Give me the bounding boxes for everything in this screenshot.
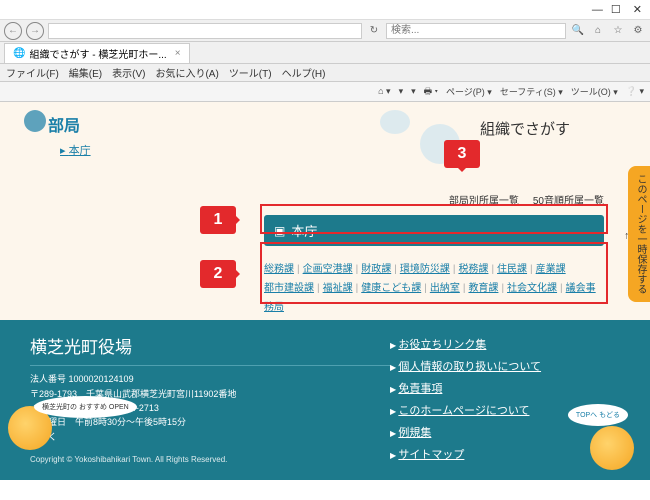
mascot-icon: [590, 426, 634, 470]
menu-favorites[interactable]: お気に入り(A): [155, 65, 218, 80]
menu-bar: ファイル(F) 編集(E) 表示(V) お気に入り(A) ツール(T) ヘルプ(…: [0, 64, 650, 82]
tab-bar: 🌐 組織でさがす - 横芝光町ホー... ×: [0, 42, 650, 64]
footer-links: お役立ちリンク集個人情報の取り扱いについて免責事項このホームページについて例規集…: [390, 334, 620, 466]
browser-tab[interactable]: 🌐 組織でさがす - 横芝光町ホー... ×: [4, 43, 190, 63]
tab-title: 組織でさがす - 横芝光町ホー...: [29, 46, 166, 61]
page-title: 組織でさがす: [480, 118, 570, 139]
cmd-home[interactable]: ⌂ ▾: [378, 86, 390, 97]
callout-1: 1: [200, 206, 236, 234]
footer-org-name: 横芝光町役場: [30, 334, 390, 366]
maximize-button[interactable]: ☐: [611, 3, 621, 16]
favorites-icon[interactable]: ☆: [610, 23, 626, 39]
footer-note: を除く: [30, 430, 390, 444]
footer-link[interactable]: このホームページについて: [398, 405, 529, 417]
footer-link[interactable]: 免責事項: [398, 383, 442, 395]
footer-link[interactable]: 例規集: [398, 427, 431, 439]
back-to-top-button[interactable]: TOPへ もどる: [568, 404, 628, 426]
cmd-mail[interactable]: ▾: [411, 86, 416, 97]
sidebar-link-honcho[interactable]: 本庁: [60, 142, 91, 158]
menu-view[interactable]: 表示(V): [112, 65, 145, 80]
arrow-left-icon: ←: [622, 178, 633, 294]
decorative-bubble: [24, 110, 46, 132]
footer-link[interactable]: サイトマップ: [398, 449, 464, 461]
cmd-safety[interactable]: セーフティ(S) ▾: [500, 85, 563, 98]
footer-copyright: Copyright © Yokoshibahikari Town. All Ri…: [30, 454, 390, 467]
url-input[interactable]: [48, 23, 362, 39]
menu-help[interactable]: ヘルプ(H): [282, 65, 326, 80]
annotation-box-2: [260, 242, 608, 304]
close-button[interactable]: ✕: [629, 3, 646, 16]
mascot-speech-recommend[interactable]: 横芝光町の おすすめ OPEN: [34, 396, 137, 418]
footer-corp-number: 法人番号 1000020124109: [30, 372, 390, 386]
menu-tools[interactable]: ツール(T): [229, 65, 272, 80]
cmd-page[interactable]: ページ(P) ▾: [446, 85, 492, 98]
footer-link[interactable]: お役立ちリンク集: [398, 339, 486, 351]
cmd-print[interactable]: 🖶 ▾: [424, 84, 438, 100]
cmd-help[interactable]: ❔ ▾: [626, 86, 644, 97]
minimize-button[interactable]: —: [592, 4, 603, 16]
sidebar: 部局 本庁: [48, 112, 91, 158]
gear-icon[interactable]: ⚙: [630, 23, 646, 39]
tab-close-icon[interactable]: ×: [175, 48, 181, 59]
footer-link[interactable]: 個人情報の取り扱いについて: [398, 361, 541, 373]
save-page-tab[interactable]: このページを一時保存する ←: [628, 166, 650, 302]
decorative-bubble: [380, 110, 410, 134]
menu-edit[interactable]: 編集(E): [69, 65, 102, 80]
home-icon[interactable]: ⌂: [590, 23, 606, 39]
annotation-box-1: [260, 204, 608, 234]
tab-favicon-icon: 🌐: [13, 48, 25, 59]
command-bar: ⌂ ▾ ▾ ▾ 🖶 ▾ ページ(P) ▾ セーフティ(S) ▾ ツール(O) ▾…: [0, 82, 650, 102]
search-go-button[interactable]: 🔍: [570, 23, 586, 39]
cmd-tools[interactable]: ツール(O) ▾: [571, 85, 618, 98]
callout-3: 3: [444, 140, 480, 168]
search-input[interactable]: [386, 23, 566, 39]
sidebar-title: 部局: [48, 112, 91, 136]
footer: 横芝光町役場 法人番号 1000020124109 〒289-1793 千葉県山…: [0, 320, 650, 480]
save-page-label: このページを一時保存する: [635, 174, 646, 294]
refresh-button[interactable]: ↻: [366, 23, 382, 39]
back-button[interactable]: ←: [4, 22, 22, 40]
window-titlebar: — ☐ ✕: [0, 0, 650, 20]
callout-2: 2: [200, 260, 236, 288]
cmd-feed[interactable]: ▾: [399, 86, 404, 97]
address-bar: ← → ↻ 🔍 ⌂ ☆ ⚙: [0, 20, 650, 42]
forward-button[interactable]: →: [26, 22, 44, 40]
page-content: 部局 本庁 組織でさがす 部局別所属一覧 50音順所属一覧 本庁 総務課|企画空…: [0, 102, 650, 480]
menu-file[interactable]: ファイル(F): [6, 65, 59, 80]
